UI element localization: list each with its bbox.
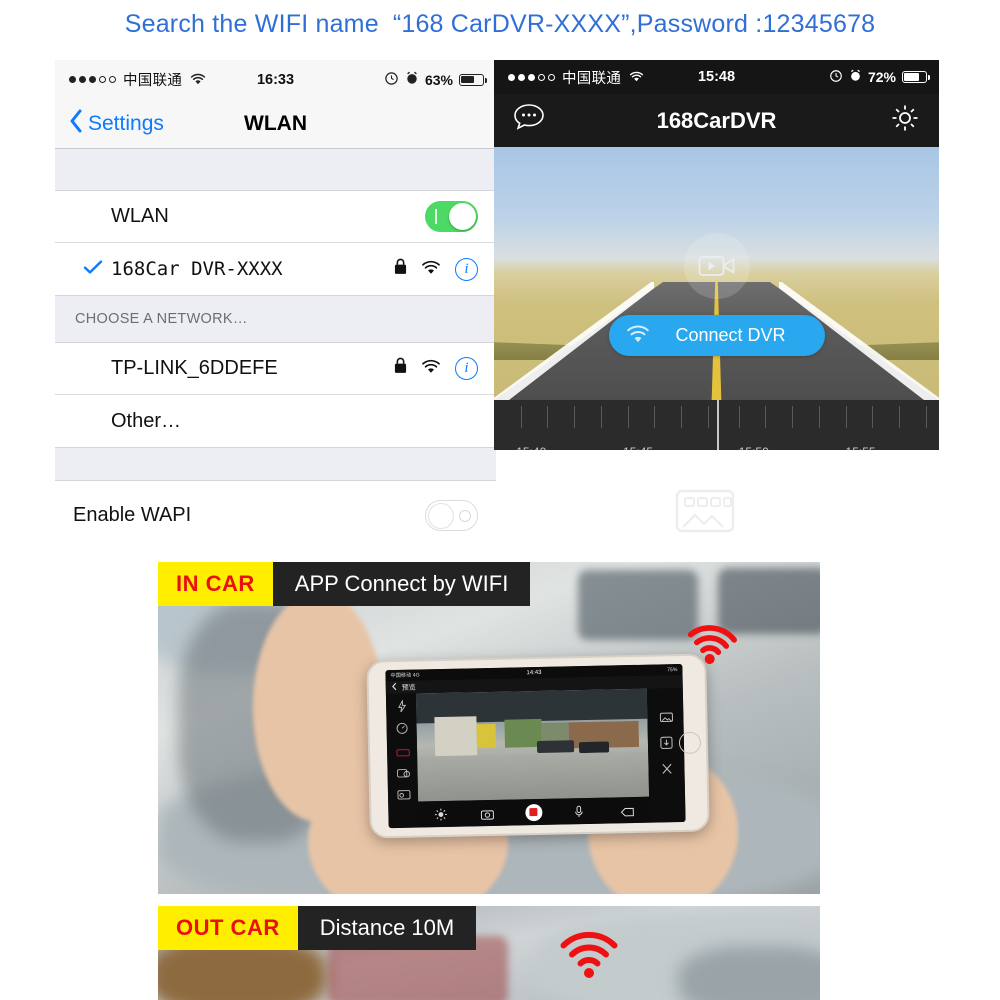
dvr-status-bar: 中国联通 15:48 72% [494, 60, 939, 94]
speedometer-icon[interactable] [395, 722, 408, 735]
wlan-group: WLAN 168Car DVR-XXXX i [55, 191, 496, 295]
headline-prefix: Search the WIFI name [124, 10, 379, 38]
enable-wapi-label: Enable WAPI [73, 503, 192, 526]
wifi-icon [421, 258, 441, 281]
headline-ssid: “168 CarDVR-XXXX” [392, 10, 630, 38]
timeline-label: 15:50 [739, 445, 769, 450]
enable-wapi-toggle[interactable] [425, 499, 478, 531]
phone-in-hand: 中国移动 4G 14:43 75% 预览 [366, 653, 710, 839]
timeline-label: 15:45 [623, 445, 653, 450]
connect-dvr-button[interactable]: Connect DVR [608, 315, 825, 356]
ios-wlan-settings-screenshot: 中国联通 16:33 63% Settings WLAN WLAN 168Car… [55, 60, 496, 535]
section-header-choose-network: CHOOSE A NETWORK… [55, 295, 496, 343]
chevron-left-icon[interactable] [392, 682, 397, 693]
connect-dvr-label: Connect DVR [675, 325, 786, 345]
connected-network-ssid: 168Car DVR-XXXX [111, 258, 283, 280]
phone-right-toolbar[interactable] [646, 687, 686, 823]
timeline-label: 15:40 [516, 445, 546, 450]
gallery-filmstrip-icon[interactable] [673, 487, 743, 540]
in-car-caption: APP Connect by WIFI [272, 562, 531, 606]
info-icon[interactable]: i [455, 357, 478, 380]
wlan-toggle-row[interactable]: WLAN [55, 191, 496, 243]
nav-title: WLAN [244, 111, 307, 135]
in-car-tag: IN CAR [158, 562, 273, 606]
home-button[interactable] [678, 731, 702, 755]
gear-icon[interactable] [889, 102, 921, 139]
in-car-tag-bar: IN CAR APP Connect by WIFI [158, 562, 531, 606]
chat-bubble-icon[interactable] [512, 102, 546, 139]
enable-wapi-row[interactable]: Enable WAPI [55, 492, 496, 538]
network-ssid: Other… [111, 409, 182, 432]
hd-icon[interactable] [395, 744, 410, 757]
dvr-live-preview[interactable]: Connect DVR [494, 147, 939, 400]
phone-left-toolbar[interactable] [385, 693, 419, 829]
camera-icon[interactable] [480, 806, 494, 820]
scissors-icon[interactable] [660, 762, 673, 775]
wifi-icon [421, 357, 441, 380]
video-camera-play-icon[interactable] [683, 233, 750, 299]
gallery-icon[interactable] [659, 710, 673, 723]
dvr-nav-bar: 168CarDVR [494, 94, 939, 147]
out-car-tag: OUT CAR [158, 906, 298, 950]
page-title: Search the WIFI name “168 CarDVR-XXXX”,Pa… [0, 10, 1000, 39]
info-icon[interactable]: i [455, 257, 478, 281]
battery-icon [902, 71, 931, 83]
dvr-app-title: 168CarDVR [656, 107, 777, 133]
network-row-tplink[interactable]: TP-LINK_6DDEFE i [55, 343, 496, 395]
wlan-toggle[interactable] [425, 201, 478, 232]
download-icon[interactable] [659, 736, 673, 749]
phone-nav-title: 预览 [401, 684, 416, 692]
ios-status-bar: 中国联通 16:33 63% [55, 60, 496, 99]
flash-icon[interactable] [395, 699, 408, 713]
lock-icon [394, 258, 407, 281]
resolution-icon[interactable] [620, 804, 634, 817]
status-time: 15:48 [697, 69, 736, 85]
network-ssid: TP-LINK_6DDEFE [111, 357, 278, 379]
battery-icon [459, 73, 488, 86]
network-row-other[interactable]: Other… [55, 395, 496, 447]
lock-icon [394, 357, 407, 380]
check-icon [83, 258, 103, 281]
settings-spacer [55, 149, 496, 191]
available-networks-group: TP-LINK_6DDEFE i Other… [55, 343, 496, 447]
phone-screen[interactable]: 中国移动 4G 14:43 75% 预览 [385, 663, 686, 829]
out-car-caption: Distance 10M [297, 906, 477, 950]
phone-bottom-toolbar[interactable] [418, 796, 650, 828]
snapshot-icon[interactable] [396, 766, 410, 779]
wifi-signal-icon [558, 931, 620, 985]
connected-network-row[interactable]: 168Car DVR-XXXX i [55, 243, 496, 295]
in-car-photo: 中国移动 4G 14:43 75% 预览 IN CAR APP Connect … [158, 562, 820, 894]
phone-live-view [415, 688, 650, 802]
dvr-timeline[interactable]: 15:40 15:45 15:50 15:55 [494, 400, 939, 450]
settings-spacer-bottom [55, 447, 496, 481]
dvr-app-screenshot: 中国联通 15:48 72% 168CarDVR Connect DVR [494, 60, 939, 450]
status-time: 16:33 [256, 71, 295, 88]
timeline-playhead[interactable] [716, 400, 719, 450]
wifi-icon [625, 323, 651, 349]
record-icon[interactable] [525, 803, 543, 821]
timeline-label: 15:55 [846, 445, 876, 450]
out-car-photo: OUT CAR Distance 10M [158, 906, 820, 1000]
headline-password: ,Password :12345678 [629, 10, 876, 38]
photo-icon[interactable] [396, 788, 411, 801]
ios-nav-bar: Settings WLAN [55, 99, 496, 149]
brightness-icon[interactable] [434, 807, 448, 820]
out-car-tag-bar: OUT CAR Distance 10M [158, 906, 477, 950]
wlan-toggle-label: WLAN [111, 205, 169, 227]
mic-icon[interactable] [575, 804, 588, 817]
page-root: Search the WIFI name “168 CarDVR-XXXX”,Pa… [0, 0, 1000, 1000]
